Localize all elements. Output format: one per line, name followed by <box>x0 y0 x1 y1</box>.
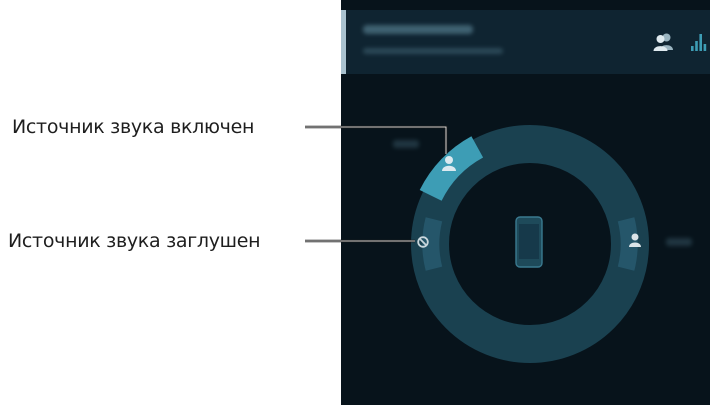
phone-screen <box>341 0 710 405</box>
sound-source-map <box>393 125 692 363</box>
callout-source-on: Источник звука включен <box>12 116 255 138</box>
callout-source-muted: Источник звука заглушен <box>8 230 261 252</box>
source-label-blurred <box>393 140 419 148</box>
help-illustration: Источник звука включен Источник звука за… <box>0 0 710 405</box>
phone-icon-screen <box>519 224 539 259</box>
source-label-blurred <box>666 238 692 246</box>
